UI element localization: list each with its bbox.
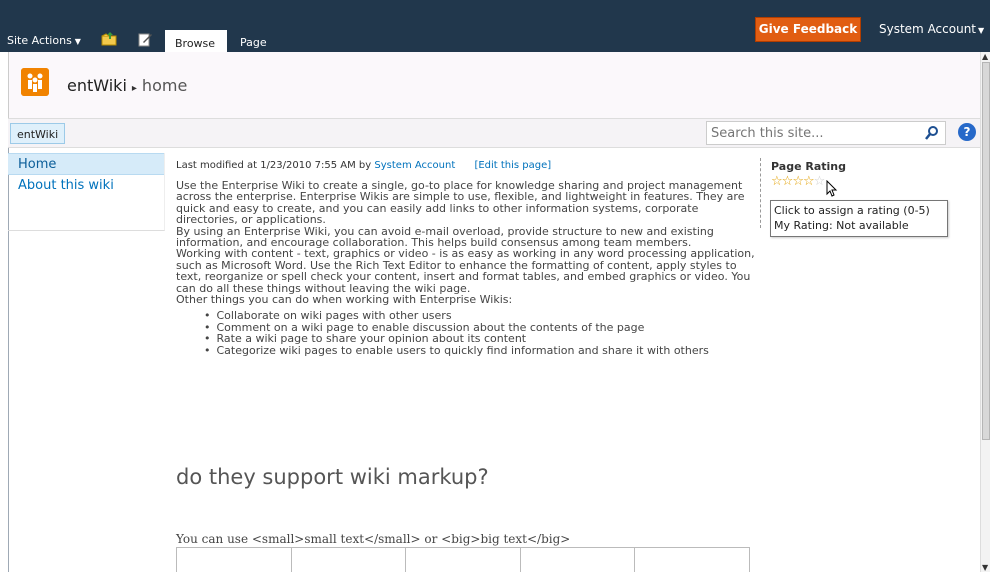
table-cell xyxy=(177,548,292,572)
page-content: Last modified at 1/23/2010 7:55 AM by Sy… xyxy=(176,160,756,572)
tooltip-line: Click to assign a rating (0-5) xyxy=(774,204,930,217)
title-area: entWiki ▸ home xyxy=(8,52,980,118)
table-cell xyxy=(521,548,636,572)
page-rating: Page Rating ☆☆☆☆☆ Click to assign a rati… xyxy=(760,158,960,237)
paragraph: Use the Enterprise Wiki to create a sing… xyxy=(176,179,745,227)
rating-title: Page Rating xyxy=(771,160,846,173)
tooltip-line: My Rating: Not available xyxy=(774,219,909,232)
tab-page[interactable]: Page xyxy=(230,30,277,52)
site-logo-icon xyxy=(21,68,49,96)
list-item: Rate a wiki page to share your opinion a… xyxy=(204,333,756,345)
rating-stars[interactable]: ☆☆☆☆☆ xyxy=(771,174,826,189)
account-menu[interactable]: System Account ▼ xyxy=(879,22,984,36)
table-cell xyxy=(635,548,749,572)
search-input[interactable] xyxy=(707,122,907,144)
navigate-up-icon[interactable] xyxy=(101,31,117,47)
topnav-item-entwiki[interactable]: entWiki xyxy=(10,123,66,144)
give-feedback-button[interactable]: Give Feedback xyxy=(755,17,861,42)
edit-page-link[interactable]: [Edit this page] xyxy=(474,160,551,171)
search-box xyxy=(706,121,946,145)
star-icon[interactable]: ☆ xyxy=(803,174,815,189)
scroll-thumb[interactable] xyxy=(982,62,990,440)
ribbon-bar: Site Actions ▼ Browse Page Give Feedback … xyxy=(0,0,990,52)
last-modified-text: Last modified at 1/23/2010 7:55 AM by xyxy=(176,160,372,171)
tab-browse[interactable]: Browse xyxy=(165,30,227,52)
scroll-down-icon[interactable]: ▼ xyxy=(982,563,988,572)
rating-tooltip: Click to assign a rating (0-5) My Rating… xyxy=(770,200,948,237)
star-icon[interactable]: ☆ xyxy=(814,174,826,189)
top-navigation: entWiki ? xyxy=(8,118,980,148)
account-label: System Account xyxy=(879,22,977,36)
edit-page-icon[interactable] xyxy=(137,31,153,47)
vertical-scrollbar[interactable]: ▲ ▼ xyxy=(980,52,990,572)
last-modified: Last modified at 1/23/2010 7:55 AM by Sy… xyxy=(176,160,756,171)
quick-launch: Home About this wiki xyxy=(8,153,165,231)
feature-list: Collaborate on wiki pages with other use… xyxy=(204,310,756,356)
markup-example: You can use <small>small text</small> or… xyxy=(176,532,571,546)
chevron-down-icon: ▼ xyxy=(74,37,81,46)
breadcrumb-current: home xyxy=(141,76,188,95)
star-icon[interactable]: ☆ xyxy=(771,174,783,189)
wiki-body: Use the Enterprise Wiki to create a sing… xyxy=(176,179,756,307)
author-link[interactable]: System Account xyxy=(374,160,455,171)
star-icon[interactable]: ☆ xyxy=(782,174,794,189)
leftnav-item-about[interactable]: About this wiki xyxy=(8,175,164,197)
chevron-down-icon: ▼ xyxy=(978,26,985,35)
breadcrumb-site-link[interactable]: entWiki xyxy=(67,76,127,95)
site-actions-label: Site Actions xyxy=(7,34,72,47)
scroll-up-icon[interactable]: ▲ xyxy=(982,52,988,61)
list-item: Categorize wiki pages to enable users to… xyxy=(204,344,756,356)
help-icon[interactable]: ? xyxy=(958,123,976,141)
leftnav-item-home[interactable]: Home xyxy=(8,153,164,175)
table-cell xyxy=(406,548,521,572)
section-heading: do they support wiki markup? xyxy=(176,465,489,489)
star-icon[interactable]: ☆ xyxy=(792,174,804,189)
content-table xyxy=(176,547,750,572)
paragraph: Working with content - text, graphics or… xyxy=(176,247,755,295)
mouse-cursor-icon xyxy=(826,180,838,197)
site-actions-menu[interactable]: Site Actions ▼ xyxy=(7,34,81,47)
breadcrumb: entWiki ▸ home xyxy=(67,76,187,95)
paragraph: By using an Enterprise Wiki, you can avo… xyxy=(176,224,714,250)
paragraph: Other things you can do when working wit… xyxy=(176,293,513,307)
search-icon[interactable] xyxy=(924,125,940,141)
breadcrumb-separator-icon: ▸ xyxy=(131,83,137,94)
table-cell xyxy=(292,548,407,572)
